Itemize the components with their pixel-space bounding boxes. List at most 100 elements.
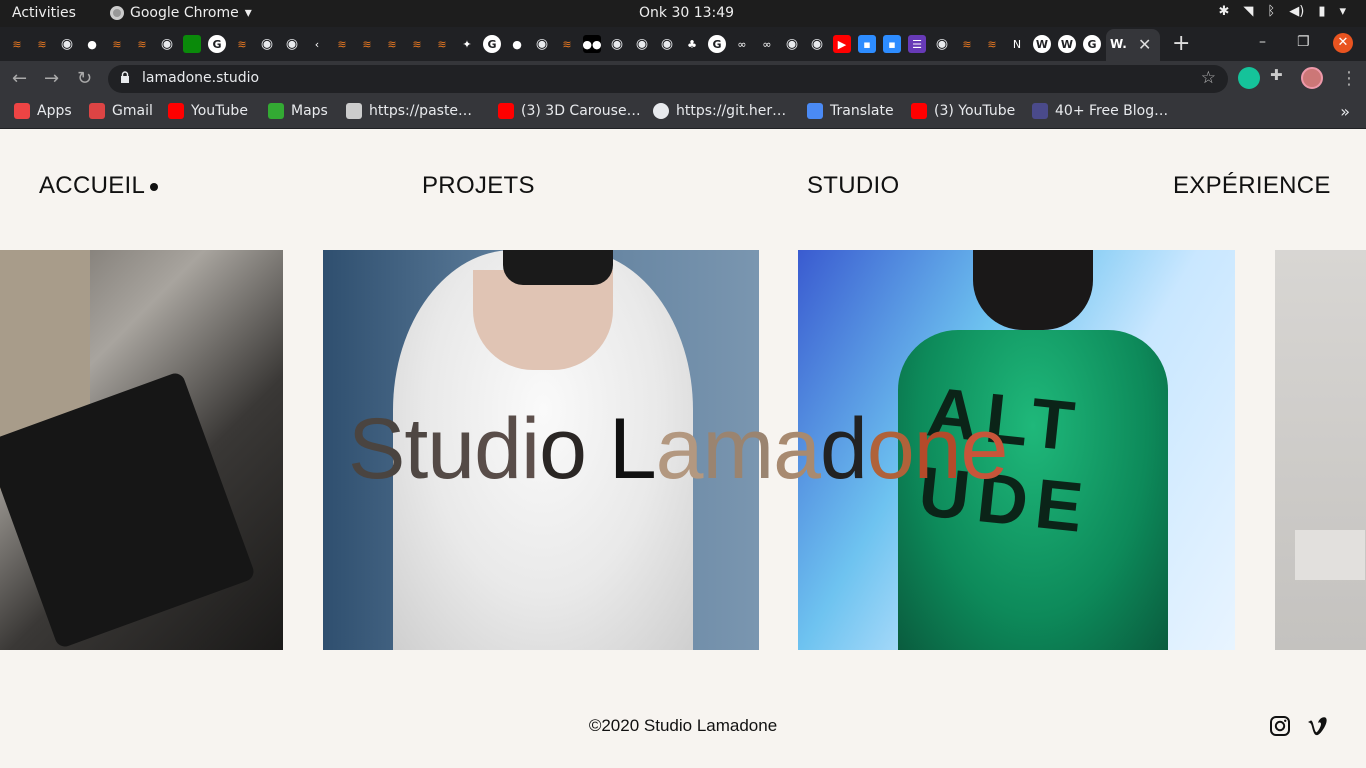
hero-title-letter: a xyxy=(655,401,704,497)
bookmark-item[interactable]: 40+ Free Blog… xyxy=(1032,103,1168,119)
avatar[interactable] xyxy=(1301,67,1323,89)
figma-icon[interactable]: ✦ xyxy=(458,35,476,53)
reload-button[interactable]: ↻ xyxy=(77,68,92,89)
stackoverflow-icon[interactable]: ≋ xyxy=(358,35,376,53)
hero-title-letter: m xyxy=(702,401,775,497)
carousel-slide-bag[interactable] xyxy=(0,250,283,650)
active-tab[interactable]: W. ✕ xyxy=(1106,29,1160,61)
green-square-icon[interactable] xyxy=(183,35,201,53)
grammarly-icon[interactable] xyxy=(1238,67,1260,89)
forward-button[interactable]: → xyxy=(44,68,59,89)
app-menu[interactable]: Google Chrome ▾ xyxy=(110,5,252,21)
back-button[interactable]: ← xyxy=(12,68,27,89)
clock[interactable]: Onk 30 13:49 xyxy=(639,5,734,21)
youtube-icon[interactable]: ▶ xyxy=(833,35,851,53)
photo-face xyxy=(473,270,613,370)
forms-icon[interactable]: ☰ xyxy=(908,35,926,53)
nav-experience[interactable]: EXPÉRIENCE xyxy=(1173,172,1331,200)
close-window-button[interactable]: ✕ xyxy=(1333,33,1353,53)
google-icon[interactable]: G xyxy=(483,35,501,53)
hero-title-letter: L xyxy=(608,401,657,497)
globe-icon[interactable]: ◉ xyxy=(158,35,176,53)
stackoverflow-icon[interactable]: ≋ xyxy=(433,35,451,53)
globe-icon[interactable]: ◉ xyxy=(58,35,76,53)
stackoverflow-icon[interactable]: ≋ xyxy=(108,35,126,53)
globe-icon[interactable]: ◉ xyxy=(933,35,951,53)
new-tab-button[interactable]: + xyxy=(1172,31,1190,56)
bookmark-item[interactable]: Translate xyxy=(807,103,894,119)
globe-icon[interactable]: ◉ xyxy=(783,35,801,53)
hero-title-letter: d xyxy=(820,401,868,497)
bookmark-item[interactable]: (3) 3D Carouse… xyxy=(498,103,641,119)
stackoverflow-icon[interactable]: ≋ xyxy=(408,35,426,53)
globe-icon[interactable]: ◉ xyxy=(533,35,551,53)
bookmark-item[interactable]: Gmail xyxy=(89,103,153,119)
bookmark-item[interactable]: Apps xyxy=(14,103,72,119)
code-icon[interactable]: ‹ xyxy=(308,35,326,53)
stackoverflow-icon[interactable]: ≋ xyxy=(558,35,576,53)
stackoverflow-icon[interactable]: ≋ xyxy=(133,35,151,53)
globe-icon[interactable]: ◉ xyxy=(808,35,826,53)
stackoverflow-icon[interactable]: ≋ xyxy=(8,35,26,53)
bookmark-item[interactable]: (3) YouTube xyxy=(911,103,1015,119)
bookmark-star-icon[interactable]: ☆ xyxy=(1201,68,1216,88)
bookmark-item[interactable]: Maps xyxy=(268,103,328,119)
instagram-icon[interactable] xyxy=(1269,715,1291,737)
wix-icon[interactable]: W xyxy=(1033,35,1051,53)
menu-icon[interactable]: ⋮ xyxy=(1340,68,1358,89)
github-icon[interactable]: ● xyxy=(508,35,526,53)
stackoverflow-icon[interactable]: ≋ xyxy=(333,35,351,53)
youtube-icon xyxy=(168,103,184,119)
browser-toolbar: ← → ↻ lamadone.studio ☆ ✚ ⋮ xyxy=(0,61,1366,96)
stackoverflow-icon[interactable]: ≋ xyxy=(233,35,251,53)
system-tray[interactable]: ✱ ◥ ᛒ ◀) ▮ ▾ xyxy=(1219,4,1346,19)
globe-icon[interactable]: ◉ xyxy=(633,35,651,53)
extensions-icon[interactable]: ✚ xyxy=(1270,66,1292,88)
maximize-button[interactable]: ❐ xyxy=(1297,34,1310,50)
google-icon[interactable]: G xyxy=(208,35,226,53)
github-icon[interactable]: ● xyxy=(83,35,101,53)
translate-icon xyxy=(807,103,823,119)
tree-icon[interactable]: ♣ xyxy=(683,35,701,53)
url-text[interactable]: lamadone.studio xyxy=(142,70,259,86)
google-icon[interactable]: G xyxy=(1083,35,1101,53)
globe-icon[interactable]: ◉ xyxy=(608,35,626,53)
bookmark-item[interactable]: https://paste… xyxy=(346,103,472,119)
stackoverflow-icon[interactable]: ≋ xyxy=(383,35,401,53)
codeshare-icon[interactable]: ∞ xyxy=(733,35,751,53)
lock-icon xyxy=(121,71,129,83)
zoom-icon[interactable]: ▪ xyxy=(883,35,901,53)
close-tab-icon[interactable]: ✕ xyxy=(1138,35,1151,54)
bookmark-item[interactable]: YouTube xyxy=(168,103,248,119)
slack-icon[interactable]: ✱ xyxy=(1219,4,1230,19)
medium-icon[interactable]: ●● xyxy=(582,35,602,53)
chevron-down-icon: ▾ xyxy=(244,5,252,21)
zoom-icon[interactable]: ▪ xyxy=(858,35,876,53)
nav-projets[interactable]: PROJETS xyxy=(422,172,535,200)
bookmark-item[interactable]: https://git.her… xyxy=(653,103,786,119)
google-icon[interactable]: G xyxy=(708,35,726,53)
carousel-slide-concrete[interactable] xyxy=(1275,250,1366,650)
nav-accueil[interactable]: ACCUEIL xyxy=(39,172,159,200)
bookmark-label: (3) 3D Carouse… xyxy=(521,103,641,119)
address-bar[interactable]: lamadone.studio ☆ xyxy=(108,65,1228,93)
globe-icon[interactable]: ◉ xyxy=(283,35,301,53)
vimeo-icon[interactable] xyxy=(1307,715,1329,737)
hero-title-letter: d xyxy=(474,401,522,497)
stackoverflow-icon[interactable]: ≋ xyxy=(33,35,51,53)
wix-icon[interactable]: W xyxy=(1058,35,1076,53)
globe-icon[interactable]: ◉ xyxy=(658,35,676,53)
globe-icon[interactable]: ◉ xyxy=(258,35,276,53)
activities-button[interactable]: Activities xyxy=(12,5,76,21)
stackoverflow-icon[interactable]: ≋ xyxy=(983,35,1001,53)
footer-copyright: ©2020 Studio Lamadone xyxy=(588,716,778,735)
hero-title-letter: S xyxy=(348,401,405,497)
nav-studio[interactable]: STUDIO xyxy=(807,172,899,200)
more-bookmarks-icon[interactable]: » xyxy=(1340,102,1350,121)
stackoverflow-icon[interactable]: ≋ xyxy=(958,35,976,53)
codeshare-icon[interactable]: ∞ xyxy=(758,35,776,53)
notion-icon[interactable]: N xyxy=(1008,35,1026,53)
minimize-button[interactable]: – xyxy=(1259,34,1266,50)
youtube-icon xyxy=(498,103,514,119)
w3schools-icon xyxy=(1032,103,1048,119)
